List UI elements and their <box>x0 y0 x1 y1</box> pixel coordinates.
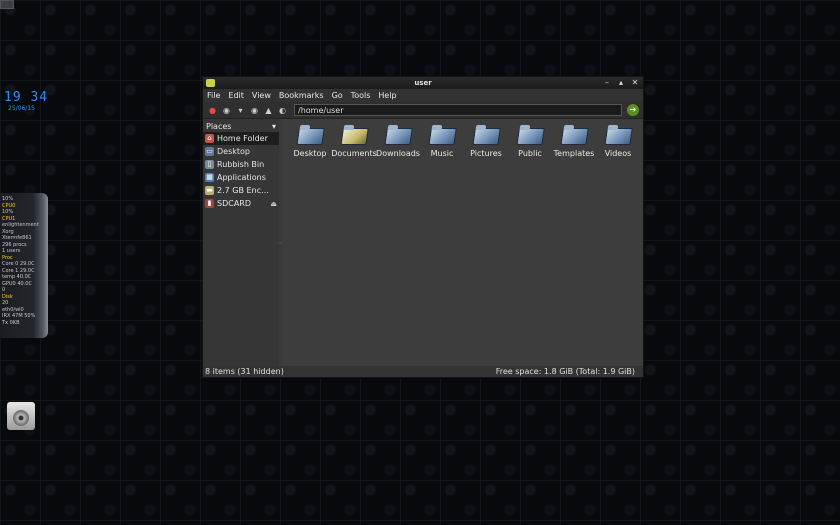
sidebar-item-label: Home Folder <box>217 134 268 143</box>
drive-icon[interactable] <box>7 402 35 430</box>
folder-icon <box>473 125 500 143</box>
folder-item[interactable]: Music <box>420 123 464 158</box>
folder-icon <box>429 125 456 143</box>
sidebar-item-home-folder[interactable]: ⌂ Home Folder <box>203 132 279 145</box>
folder-label: Templates <box>553 149 595 158</box>
folder-icon <box>341 125 368 143</box>
folder-icon <box>297 125 324 143</box>
status-item-count: 8 items (31 hidden) <box>205 367 284 376</box>
menu-view[interactable]: View <box>252 89 271 102</box>
menu-bookmarks[interactable]: Bookmarks <box>279 89 324 102</box>
history-dropdown-icon[interactable]: ▾ <box>235 105 246 116</box>
window-title: user <box>414 79 432 87</box>
chevron-down-icon[interactable]: ▾ <box>272 122 276 131</box>
location-input[interactable] <box>294 104 622 116</box>
clock-date: 25/06/15 <box>8 105 35 112</box>
folder-label: Pictures <box>470 149 502 158</box>
folder-item[interactable]: Templates <box>552 123 596 158</box>
sidebar-item-label: SDCARD <box>217 199 252 208</box>
file-view: Desktop Documents Downloads Music Pictures Pu… <box>282 119 643 366</box>
sidebar-item-label: 2.7 GB Enc… <box>217 186 270 195</box>
sidebar-item-label: Rubbish Bin <box>217 160 265 169</box>
eject-icon[interactable]: ⏏ <box>270 200 277 208</box>
toolbar: ● ◉ ▾ ◉ ▲ ◐ ➔ <box>203 102 643 119</box>
sidebar-item-2-7-gb-enc[interactable]: ▬ 2.7 GB Enc… <box>203 184 279 197</box>
clock-time: 19 34 <box>4 90 49 105</box>
place-icon: ▬ <box>205 186 214 195</box>
place-icon: ▮ <box>205 199 214 208</box>
sidebar-item-label: Desktop <box>217 147 250 156</box>
places-header-label: Places <box>206 122 232 131</box>
place-icon: ▦ <box>205 173 214 182</box>
minimize-button[interactable]: – <box>603 78 611 88</box>
back-icon[interactable]: ◉ <box>221 105 232 116</box>
up-icon[interactable]: ▲ <box>263 105 274 116</box>
folder-icon <box>385 125 412 143</box>
desktop-corner-icon[interactable] <box>0 0 14 9</box>
folder-item[interactable]: Videos <box>596 123 640 158</box>
folder-label: Videos <box>604 149 632 158</box>
menu-go[interactable]: Go <box>332 89 343 102</box>
menu-tools[interactable]: Tools <box>351 89 371 102</box>
sidebar-item-applications[interactable]: ▦ Applications <box>203 171 279 184</box>
go-button[interactable]: ➔ <box>627 104 639 116</box>
folder-label: Desktop <box>293 149 327 158</box>
folder-label: Music <box>430 149 454 158</box>
place-icon: ⌂ <box>205 134 214 143</box>
place-icon: ▭ <box>205 147 214 156</box>
sidebar-item-label: Applications <box>217 173 266 182</box>
folder-icon <box>517 125 544 143</box>
file-manager-window: user – ▴ ✕ File Edit View Bookmarks Go T… <box>202 76 644 378</box>
maximize-button[interactable]: ▴ <box>617 78 625 88</box>
menu-bar: File Edit View Bookmarks Go Tools Help <box>203 89 643 102</box>
close-button[interactable]: ✕ <box>631 78 639 88</box>
folder-item[interactable]: Desktop <box>288 123 332 158</box>
forward-icon[interactable]: ◉ <box>249 105 260 116</box>
system-monitor-widget: 10% CPU0 10% CPU1 enlightenment Xorg Xtermfe86… <box>0 193 48 338</box>
folder-item[interactable]: Public <box>508 123 552 158</box>
stop-icon[interactable]: ● <box>207 105 218 116</box>
status-free-space: Free space: 1.8 GiB (Total: 1.9 GiB) <box>495 367 635 376</box>
menu-edit[interactable]: Edit <box>228 89 244 102</box>
places-header[interactable]: Places ▾ <box>203 121 279 132</box>
menu-help[interactable]: Help <box>378 89 396 102</box>
title-bar[interactable]: user – ▴ ✕ <box>203 77 643 89</box>
sidebar-item-desktop[interactable]: ▭ Desktop <box>203 145 279 158</box>
folder-item[interactable]: Pictures <box>464 123 508 158</box>
sidebar-item-rubbish-bin[interactable]: ▯ Rubbish Bin <box>203 158 279 171</box>
sysmon-row: Tx 0KB <box>2 319 20 326</box>
menu-file[interactable]: File <box>207 89 220 102</box>
folder-label: Downloads <box>376 149 420 158</box>
folder-item[interactable]: Downloads <box>376 123 420 158</box>
places-sidebar: Places ▾ ⌂ Home Folder ▭ Desktop ▯ Rubbish Bi… <box>203 119 279 366</box>
folder-icon <box>561 125 588 143</box>
folder-label: Public <box>518 149 542 158</box>
clock-widget: 19 34 25/06/15 <box>4 90 48 112</box>
home-icon[interactable]: ◐ <box>277 105 288 116</box>
place-icon: ▯ <box>205 160 214 169</box>
folder-label: Documents <box>331 149 377 158</box>
folder-icon <box>605 125 632 143</box>
folder-item[interactable]: Documents <box>331 123 377 158</box>
sidebar-item-sdcard[interactable]: ▮ SDCARD ⏏ <box>203 197 279 210</box>
status-bar: 8 items (31 hidden) Free space: 1.8 GiB … <box>203 366 643 377</box>
